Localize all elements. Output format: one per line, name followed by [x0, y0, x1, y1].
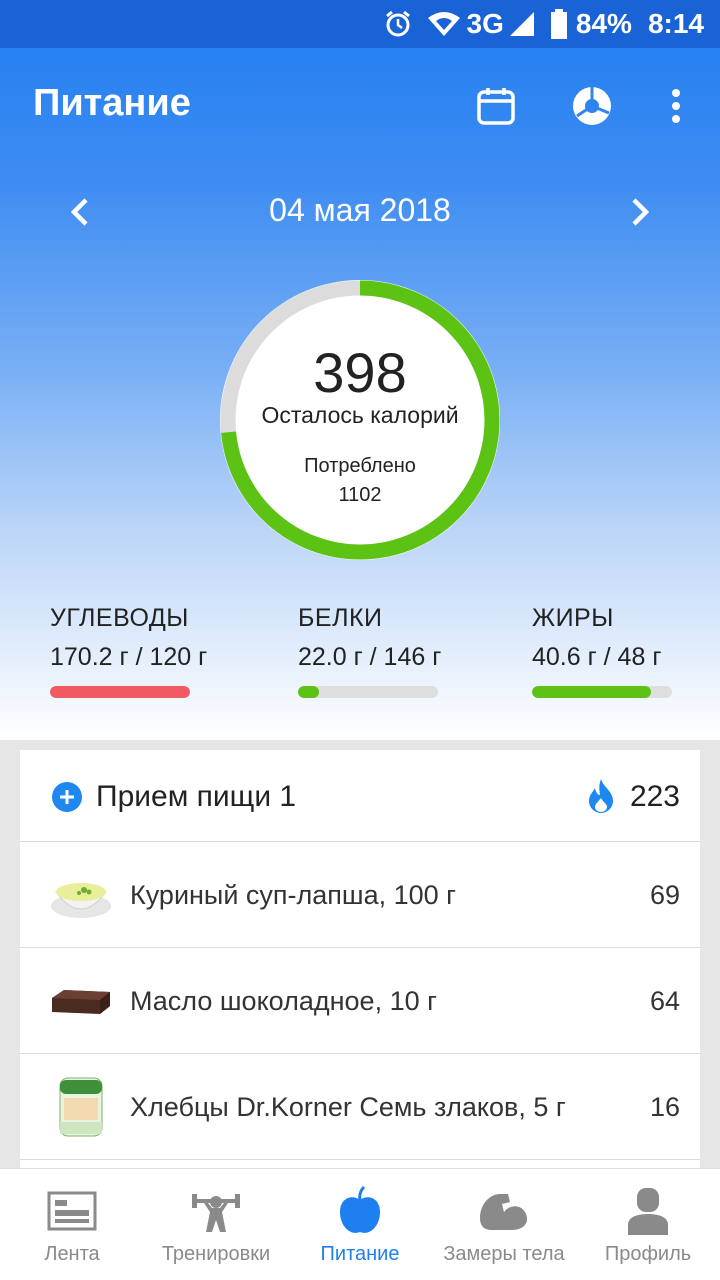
nav-item-profile[interactable]: Профиль	[576, 1169, 720, 1280]
statistics-button[interactable]	[564, 78, 620, 134]
network-type: 3G	[466, 8, 504, 39]
app-bar: Питание	[0, 48, 720, 160]
consumed-calories-value: 1102	[338, 484, 382, 506]
food-name: Куриный суп-лапша, 100 г	[130, 880, 457, 910]
food-calories: 69	[649, 880, 680, 910]
battery-icon	[550, 9, 568, 39]
macro-amount: 40.6 г / 48 г	[532, 643, 662, 671]
calendar-icon	[477, 88, 515, 125]
calendar-button[interactable]	[468, 78, 524, 134]
macro-progress-bar	[532, 686, 672, 698]
battery-level: 84%	[575, 8, 632, 39]
macro-amount: 22.0 г / 146 г	[298, 643, 442, 671]
clock: 8:14	[647, 8, 704, 39]
macro-progress-fill	[298, 686, 319, 698]
food-calories: 16	[649, 1092, 680, 1122]
macro-name: БЕЛКИ	[298, 604, 383, 632]
food-calories: 64	[649, 986, 680, 1016]
macro-progress-bar	[298, 686, 438, 698]
food-row[interactable]: Масло шоколадное, 10 г 64	[20, 948, 700, 1054]
nav-label: Тренировки	[161, 1243, 271, 1265]
macro-fat: ЖИРЫ 40.6 г / 48 г	[532, 604, 672, 698]
more-options-button[interactable]	[648, 78, 704, 134]
food-name: Масло шоколадное, 10 г	[130, 986, 437, 1016]
nav-label: Профиль	[604, 1243, 692, 1265]
more-icon	[672, 89, 680, 123]
workout-icon	[192, 1194, 240, 1232]
add-food-icon[interactable]	[52, 782, 82, 812]
remaining-calories-value: 398	[313, 341, 407, 404]
nav-item-feed[interactable]: Лента	[0, 1169, 144, 1280]
nav-item-body-measurements[interactable]: Замеры тела	[432, 1169, 576, 1280]
date-navigator: 04 мая 2018	[0, 180, 720, 244]
bottom-navigation: Лента Тренировки Питание Замеры тела Про…	[0, 1168, 720, 1280]
alarm-icon	[383, 9, 413, 39]
signal-icon	[508, 10, 536, 38]
nav-label: Лента	[44, 1243, 100, 1265]
meal-title: Прием пищи 1	[96, 780, 297, 813]
bicep-icon	[480, 1194, 528, 1230]
food-name: Хлебцы Dr.Korner Семь злаков, 5 г	[130, 1092, 566, 1122]
macro-amount: 170.2 г / 120 г	[50, 643, 208, 671]
profile-icon	[628, 1188, 668, 1235]
nav-label: Питание	[320, 1243, 400, 1265]
pie-chart-icon	[573, 87, 611, 125]
nav-item-workouts[interactable]: Тренировки	[144, 1169, 288, 1280]
page-title: Питание	[33, 82, 191, 124]
macro-protein: БЕЛКИ 22.0 г / 146 г	[298, 604, 442, 698]
macro-name: ЖИРЫ	[532, 604, 614, 632]
food-row[interactable]: Хлебцы Dr.Korner Семь злаков, 5 г 16	[20, 1054, 700, 1160]
remaining-calories-label: Осталось калорий	[261, 402, 459, 428]
macro-progress-bar	[50, 686, 190, 698]
nav-item-nutrition[interactable]: Питание	[288, 1169, 432, 1280]
macro-carbs: УГЛЕВОДЫ 170.2 г / 120 г	[50, 604, 208, 698]
consumed-calories-label: Потреблено	[304, 455, 416, 477]
current-date[interactable]: 04 мая 2018	[0, 192, 720, 229]
apple-icon	[340, 1186, 380, 1233]
soup-thumbnail	[51, 883, 111, 918]
calorie-ring: 398 Осталось калорий Потреблено 1102	[220, 280, 500, 560]
macro-name: УГЛЕВОДЫ	[50, 604, 189, 632]
status-bar: 3G 84% 8:14	[0, 0, 720, 48]
crispbread-thumbnail	[59, 1077, 103, 1137]
food-row[interactable]: Куриный суп-лапша, 100 г 69	[20, 842, 700, 948]
macro-progress-fill	[532, 686, 651, 698]
meal-total-calories: 223	[629, 780, 680, 813]
wifi-icon	[427, 10, 461, 38]
nav-label: Замеры тела	[443, 1243, 565, 1265]
meal-card: Прием пищи 1 223 Куриный суп-лапша, 100 …	[20, 750, 700, 1180]
chocolate-butter-thumbnail	[52, 990, 110, 1014]
meal-header[interactable]: Прием пищи 1 223	[20, 750, 700, 842]
macro-progress-fill	[50, 686, 190, 698]
next-day-button[interactable]	[618, 190, 662, 234]
chevron-right-icon	[632, 198, 650, 226]
feed-icon	[47, 1191, 97, 1231]
fire-icon	[589, 779, 613, 813]
